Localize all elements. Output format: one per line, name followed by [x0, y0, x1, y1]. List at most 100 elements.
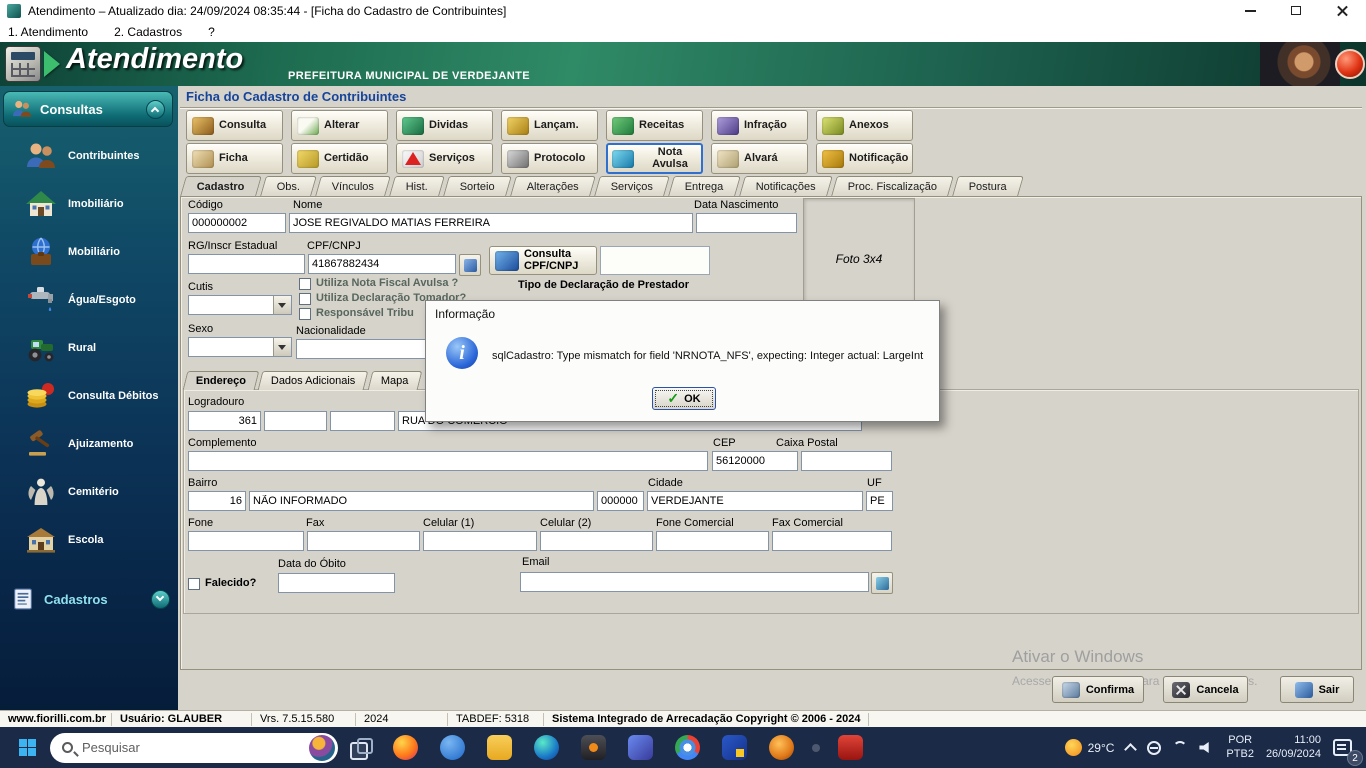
cidade-codigo-input[interactable] [597, 491, 644, 511]
fiorilli-app-icon[interactable] [769, 735, 794, 760]
uf-input[interactable] [866, 491, 893, 511]
ok-button[interactable]: OK [652, 387, 716, 410]
email-input[interactable] [520, 572, 869, 592]
email-edit-button[interactable] [871, 572, 893, 594]
remote-app-icon[interactable] [722, 735, 747, 760]
clock-widget[interactable]: 11:00 26/09/2024 [1266, 734, 1321, 762]
start-button[interactable] [10, 731, 44, 765]
codigo-input[interactable] [188, 213, 286, 233]
bairro-nome-input[interactable] [249, 491, 594, 511]
subtab-endereco[interactable]: Endereço [183, 371, 260, 390]
toolbar-infracao-button[interactable]: Infração [711, 110, 808, 141]
menu-atendimento[interactable]: 1. Atendimento [8, 25, 88, 39]
toolbar-alvara-button[interactable]: Alvará [711, 143, 808, 174]
toolbar-receitas-button[interactable]: Receitas [606, 110, 703, 141]
cancela-button[interactable]: Cancela [1163, 676, 1248, 703]
sidebar-item-ajuizamento[interactable]: Ajuizamento [0, 420, 178, 467]
volume-tray-icon[interactable] [1199, 741, 1214, 754]
celular2-input[interactable] [540, 531, 653, 551]
cpf-input[interactable] [308, 254, 456, 274]
sidebar-item-rural[interactable]: Rural [0, 324, 178, 371]
tab-vinculos[interactable]: Vínculos [315, 176, 391, 196]
toolbar-protocolo-button[interactable]: Protocolo [501, 143, 598, 174]
tab-servicos[interactable]: Serviços [594, 176, 670, 196]
cutis-select[interactable] [188, 295, 292, 315]
firefox-icon[interactable] [393, 735, 418, 760]
media-app-icon[interactable] [838, 735, 863, 760]
rg-input[interactable] [188, 254, 305, 274]
cep-input[interactable] [712, 451, 798, 471]
phone-link-icon[interactable] [628, 735, 653, 760]
tab-entrega[interactable]: Entrega [668, 176, 740, 196]
fone-input[interactable] [188, 531, 304, 551]
toolbar-ficha-button[interactable]: Ficha [186, 143, 283, 174]
tab-proc-fiscalizacao[interactable]: Proc. Fiscalização [831, 176, 954, 196]
chrome-icon[interactable] [675, 735, 700, 760]
tab-sorteio[interactable]: Sorteio [443, 176, 512, 196]
toolbar-certidao-button[interactable]: Certidão [291, 143, 388, 174]
fax-comercial-input[interactable] [772, 531, 892, 551]
sidebar-group-consultas[interactable]: Consultas [3, 91, 173, 127]
folder-icon[interactable] [487, 735, 512, 760]
search-box[interactable]: Pesquisar [50, 733, 338, 763]
data-nascimento-input[interactable] [696, 213, 797, 233]
sair-button[interactable]: Sair [1280, 676, 1354, 703]
fax-input[interactable] [307, 531, 420, 551]
celular1-input[interactable] [423, 531, 537, 551]
tab-cadastro[interactable]: Cadastro [180, 176, 261, 196]
edge-icon[interactable] [534, 735, 559, 760]
utility-icon[interactable] [581, 735, 606, 760]
menu-cadastros[interactable]: 2. Cadastros [114, 25, 182, 39]
sidebar-item-mobiliario[interactable]: Mobiliário [0, 228, 178, 275]
active-app-slot[interactable] [812, 744, 820, 752]
checkbox-utiliza-nota-fiscal[interactable] [299, 278, 311, 290]
data-obito-input[interactable] [278, 573, 395, 593]
sexo-select[interactable] [188, 337, 292, 357]
sidebar-item-cadastros[interactable]: Cadastros [0, 584, 178, 614]
logradouro-numero-input[interactable] [188, 411, 261, 431]
sidebar-item-escola[interactable]: Escola [0, 516, 178, 563]
complemento-input[interactable] [188, 451, 708, 471]
tab-notificacoes[interactable]: Notificações [739, 176, 833, 196]
toolbar-dividas-button[interactable]: Dividas [396, 110, 493, 141]
minimize-button[interactable] [1228, 0, 1274, 22]
maximize-button[interactable] [1274, 0, 1320, 22]
toolbar-notificacao-button[interactable]: Notificação [816, 143, 913, 174]
cpf-edit-button[interactable] [459, 254, 481, 276]
toolbar-consulta-button[interactable]: Consulta [186, 110, 283, 141]
sidebar-item-agua-esgoto[interactable]: Água/Esgoto [0, 276, 178, 323]
task-view-button[interactable] [350, 738, 370, 758]
language-indicator[interactable]: POR PTB2 [1226, 734, 1254, 762]
weather-widget[interactable]: 29°C [1065, 739, 1115, 756]
consulta-cpf-button[interactable]: Consulta CPF/CNPJ [489, 246, 597, 275]
tab-postura[interactable]: Postura [952, 176, 1024, 196]
sidebar-item-consulta-debitos[interactable]: Consulta Débitos [0, 372, 178, 419]
toolbar-anexos-button[interactable]: Anexos [816, 110, 913, 141]
chat-icon[interactable] [440, 735, 465, 760]
toolbar-nota-avulsa-button[interactable]: Nota Avulsa [606, 143, 703, 174]
tray-expand-chevron[interactable] [1125, 743, 1138, 756]
toolbar-lancam-button[interactable]: Lançam. [501, 110, 598, 141]
sidebar-item-cemiterio[interactable]: Cemitério [0, 468, 178, 515]
tab-obs[interactable]: Obs. [260, 176, 317, 196]
logradouro-code-input-2[interactable] [330, 411, 395, 431]
toolbar-alterar-button[interactable]: Alterar [291, 110, 388, 141]
collapse-consultas-button[interactable] [146, 100, 165, 119]
logradouro-code-input-1[interactable] [264, 411, 327, 431]
close-button[interactable] [1320, 0, 1366, 22]
caixa-postal-input[interactable] [801, 451, 892, 471]
falecido-checkbox[interactable] [188, 578, 200, 590]
menu-help[interactable]: ? [208, 25, 215, 39]
globe-tray-icon[interactable] [1147, 741, 1161, 755]
checkbox-responsavel[interactable] [299, 308, 311, 320]
subtab-dados-adicionais[interactable]: Dados Adicionais [258, 371, 369, 390]
tab-hist[interactable]: Hist. [389, 176, 445, 196]
subtab-mapa[interactable]: Mapa [367, 371, 421, 390]
confirma-button[interactable]: Confirma [1052, 676, 1144, 703]
checkbox-utiliza-declaracao[interactable] [299, 293, 311, 305]
sidebar-item-contribuintes[interactable]: Contribuintes [0, 132, 178, 179]
wifi-tray-icon[interactable] [1173, 741, 1187, 755]
cidade-nome-input[interactable] [647, 491, 863, 511]
fone-comercial-input[interactable] [656, 531, 769, 551]
nome-input[interactable] [289, 213, 693, 233]
